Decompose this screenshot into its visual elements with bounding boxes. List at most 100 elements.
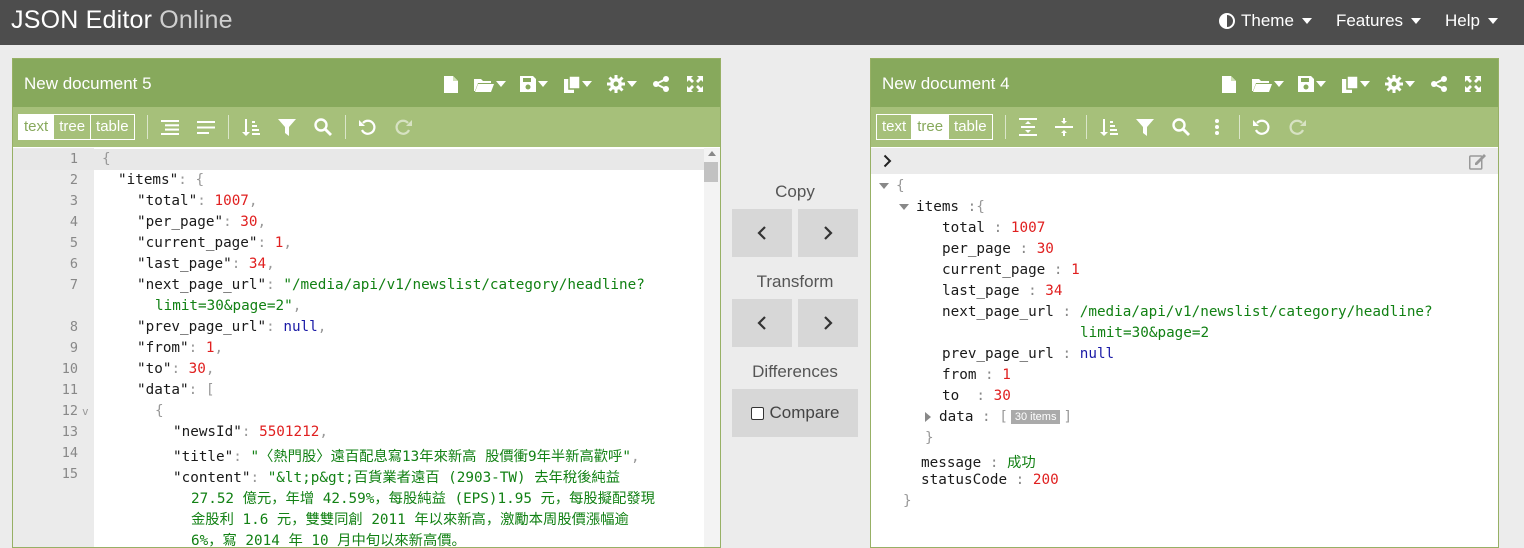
save-icon[interactable] [512, 73, 556, 95]
line-number: 14 [61, 445, 78, 461]
code-number: 1007 [214, 193, 249, 209]
transform-left-button[interactable] [732, 299, 792, 347]
code-brace: { [155, 403, 164, 419]
mode-table[interactable]: table [949, 115, 992, 139]
help-menu[interactable]: Help [1445, 11, 1498, 31]
code-string: limit=30&page=2" [155, 298, 293, 314]
json-tree[interactable]: { items :{ total : 1007 per_page : 30 cu… [871, 174, 1498, 547]
tree-node-data[interactable]: data : [30 items] [925, 409, 1072, 425]
tree-field[interactable]: message : 成功 [921, 451, 1036, 472]
tree-value: null [1079, 346, 1115, 362]
copy-left-button[interactable] [732, 209, 792, 257]
scrollbar-thumb[interactable] [704, 162, 718, 182]
share-icon[interactable] [1422, 73, 1456, 95]
tree-field[interactable]: next_page_url : /media/api/v1/newslist/c… [942, 304, 1433, 320]
left-panel-header: New document 5 [13, 59, 720, 107]
tree-close: } [925, 430, 934, 446]
tree-node-items[interactable]: items :{ [899, 199, 985, 215]
new-document-icon[interactable] [1212, 73, 1246, 95]
features-menu[interactable]: Features [1336, 11, 1422, 31]
sort-icon[interactable] [233, 114, 269, 140]
open-folder-icon[interactable] [468, 73, 512, 95]
redo-icon[interactable] [1280, 114, 1316, 140]
vertical-scrollbar[interactable] [704, 148, 720, 547]
code-editor[interactable]: 1 2 3 4 5 6 7 8 9 10 11 12 13 14 15 v { … [13, 148, 720, 547]
copy-label: Copy [775, 182, 815, 201]
mode-tree[interactable]: tree [912, 115, 950, 139]
code-key: "from" [137, 340, 189, 356]
transform-right-button[interactable] [798, 299, 858, 347]
tree-field[interactable]: statusCode : 200 [921, 472, 1059, 488]
code-brace: { [102, 151, 111, 167]
right-mode-switch: text tree table [876, 114, 993, 140]
mode-tree[interactable]: tree [54, 115, 92, 139]
undo-icon[interactable] [350, 114, 386, 140]
right-document-title[interactable]: New document 4 [882, 74, 1010, 94]
theme-menu[interactable]: Theme [1219, 11, 1312, 31]
filter-icon[interactable] [269, 114, 305, 140]
code-key: "per_page" [137, 214, 224, 230]
tree-field[interactable]: to : 30 [942, 388, 1011, 404]
code-key: "prev_page_url" [137, 319, 267, 335]
app-logo[interactable]: JSON Editor Online [11, 6, 233, 35]
copy-icon[interactable] [556, 73, 600, 95]
mode-table[interactable]: table [91, 115, 134, 139]
expand-triangle-icon[interactable] [879, 183, 889, 189]
chevron-down-icon [1488, 18, 1498, 24]
line-number: 13 [61, 424, 78, 440]
tree-key: statusCode [921, 472, 1008, 488]
edit-icon[interactable] [1469, 153, 1486, 170]
code-string: "〈熱門股〉遠百配息寫13年來新高 股價衝9年半新高歡呼" [250, 449, 631, 465]
collapsed-triangle-icon[interactable] [925, 412, 931, 422]
tree-field[interactable]: last_page : 34 [942, 283, 1063, 299]
tree-field[interactable]: current_page : 1 [942, 262, 1080, 278]
undo-icon[interactable] [1244, 114, 1280, 140]
expand-triangle-icon[interactable] [899, 204, 909, 210]
more-options-icon[interactable] [1199, 114, 1235, 140]
line-number: 15 [61, 466, 78, 482]
tree-field[interactable]: prev_page_url : null [942, 346, 1114, 362]
tree-field[interactable]: from : 1 [942, 367, 1011, 383]
right-panel-header: New document 4 [871, 59, 1498, 107]
filter-icon[interactable] [1127, 114, 1163, 140]
mode-text[interactable]: text [877, 115, 913, 139]
chevron-right-icon [824, 316, 833, 330]
compare-button[interactable]: Compare [732, 389, 858, 437]
theme-label: Theme [1241, 11, 1294, 30]
items-count-badge[interactable]: 30 items [1010, 410, 1061, 424]
tree-root[interactable]: { [879, 178, 905, 194]
line-number: 12 [61, 403, 78, 419]
code-line: "from": 1, [137, 340, 224, 356]
chevron-right-icon[interactable] [883, 154, 892, 168]
redo-icon[interactable] [386, 114, 422, 140]
code-line: "last_page": 34, [137, 256, 275, 272]
tree-value: 1 [1002, 367, 1011, 383]
compact-icon[interactable] [188, 114, 224, 140]
save-icon[interactable] [1290, 73, 1334, 95]
expand-all-icon[interactable] [1010, 114, 1046, 140]
mode-text[interactable]: text [19, 115, 55, 139]
search-icon[interactable] [1163, 114, 1199, 140]
share-icon[interactable] [644, 73, 678, 95]
copy-icon[interactable] [1334, 73, 1378, 95]
gear-icon[interactable] [600, 73, 644, 95]
expand-icon[interactable] [1456, 73, 1490, 95]
expand-icon[interactable] [678, 73, 712, 95]
sort-icon[interactable] [1091, 114, 1127, 140]
tree-field[interactable]: total : 1007 [942, 220, 1045, 236]
collapse-all-icon[interactable] [1046, 114, 1082, 140]
new-document-icon[interactable] [434, 73, 468, 95]
code-line: "per_page": 30, [137, 214, 267, 230]
gear-icon[interactable] [1378, 73, 1422, 95]
tree-field[interactable]: per_page : 30 [942, 241, 1054, 257]
scroll-up-icon[interactable] [708, 151, 716, 156]
copy-right-button[interactable] [798, 209, 858, 257]
active-line-highlight [13, 149, 94, 170]
code-key: "title" [173, 449, 234, 465]
format-icon[interactable] [152, 114, 188, 140]
open-folder-icon[interactable] [1246, 73, 1290, 95]
left-document-title[interactable]: New document 5 [24, 74, 152, 94]
tree-value: 34 [1045, 283, 1063, 299]
fold-marker-icon[interactable]: v [82, 405, 89, 418]
search-icon[interactable] [305, 114, 341, 140]
